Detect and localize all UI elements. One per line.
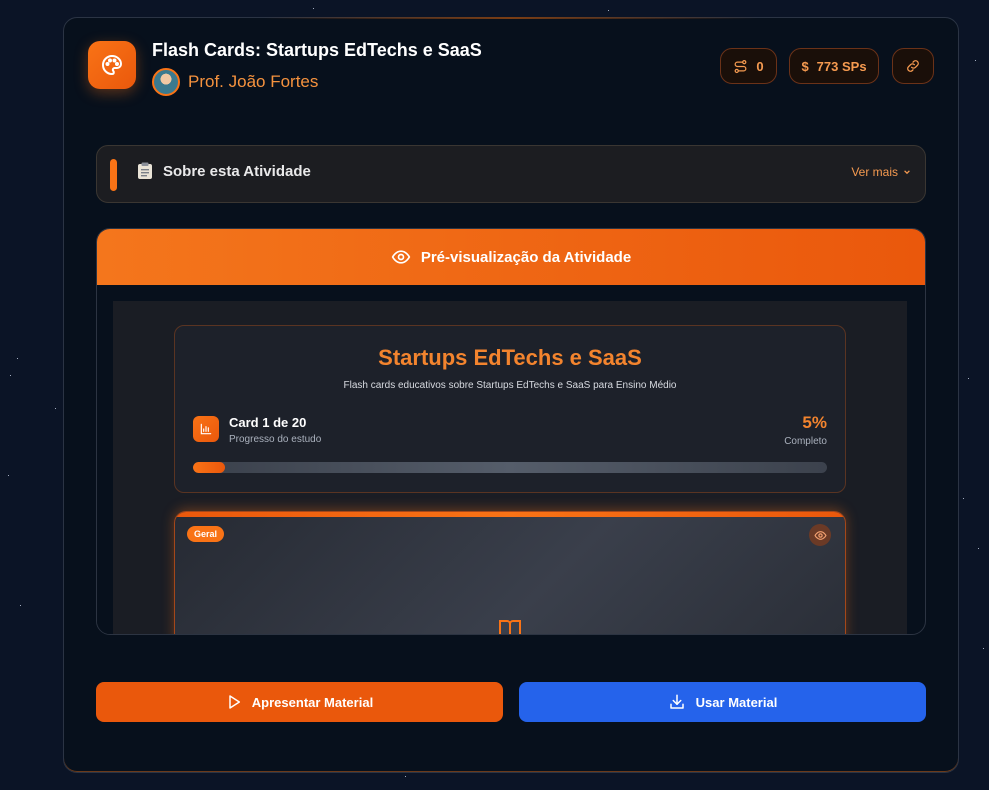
deck-title: Startups EdTechs e SaaS bbox=[378, 345, 642, 370]
accent-bar bbox=[110, 159, 117, 191]
dollar-icon: $ bbox=[801, 58, 809, 74]
preview-frame[interactable]: Startups EdTechs e SaaS Flash cards educ… bbox=[97, 285, 907, 634]
palette-icon bbox=[88, 41, 136, 89]
author-name[interactable]: Prof. João Fortes bbox=[188, 72, 318, 92]
connections-badge[interactable]: 0 bbox=[720, 48, 777, 84]
progress-label: Progresso do estudo bbox=[229, 434, 322, 445]
progress-caption: Completo bbox=[784, 436, 827, 447]
see-more-label: Ver mais bbox=[851, 165, 898, 179]
flash-card[interactable]: Geral bbox=[174, 511, 846, 634]
download-icon bbox=[669, 694, 684, 709]
bar-chart-icon bbox=[193, 416, 219, 442]
deck-subtitle: Flash cards educativos sobre Startups Ed… bbox=[343, 380, 677, 391]
reveal-answer-button[interactable] bbox=[809, 524, 831, 546]
chevron-down-icon bbox=[904, 170, 910, 175]
eye-icon bbox=[813, 530, 827, 540]
preview-header-label: Pré-visualização da Atividade bbox=[420, 248, 632, 266]
clipboard-icon bbox=[138, 162, 152, 179]
page-title: Flash Cards: Startups EdTechs e SaaS bbox=[152, 40, 482, 60]
progress-card: Startups EdTechs e SaaS Flash cards educ… bbox=[174, 325, 846, 493]
connections-count: 0 bbox=[756, 58, 764, 74]
about-activity-section[interactable]: Sobre esta Atividade Ver mais bbox=[96, 145, 926, 203]
present-material-button[interactable]: Apresentar Material bbox=[96, 682, 503, 722]
category-badge: Geral bbox=[187, 526, 225, 542]
preview-header: Pré-visualização da Atividade bbox=[97, 229, 925, 285]
share-link-button[interactable] bbox=[892, 48, 934, 84]
progress-percent: 5% bbox=[802, 413, 827, 432]
sps-badge[interactable]: $ 773 SPs bbox=[789, 48, 879, 84]
sps-value: 773 SPs bbox=[816, 58, 867, 74]
avatar bbox=[152, 68, 180, 96]
link-icon bbox=[907, 60, 919, 72]
present-material-label: Apresentar Material bbox=[251, 694, 374, 710]
use-material-button[interactable]: Usar Material bbox=[519, 682, 926, 722]
progress-bar bbox=[193, 462, 827, 473]
activity-preview: Pré-visualização da Atividade Startups E… bbox=[96, 228, 926, 635]
use-material-label: Usar Material bbox=[695, 694, 778, 710]
book-icon bbox=[499, 620, 521, 634]
play-icon bbox=[229, 695, 240, 709]
eye-icon bbox=[391, 250, 411, 264]
author-row[interactable]: Prof. João Fortes bbox=[152, 68, 318, 96]
route-icon bbox=[734, 59, 747, 73]
about-title: Sobre esta Atividade bbox=[163, 163, 311, 180]
progress-fill bbox=[193, 462, 225, 473]
activity-panel: Flash Cards: Startups EdTechs e SaaS Pro… bbox=[63, 17, 959, 773]
card-counter: Card 1 de 20 bbox=[229, 415, 307, 430]
see-more-button[interactable]: Ver mais bbox=[851, 165, 911, 179]
